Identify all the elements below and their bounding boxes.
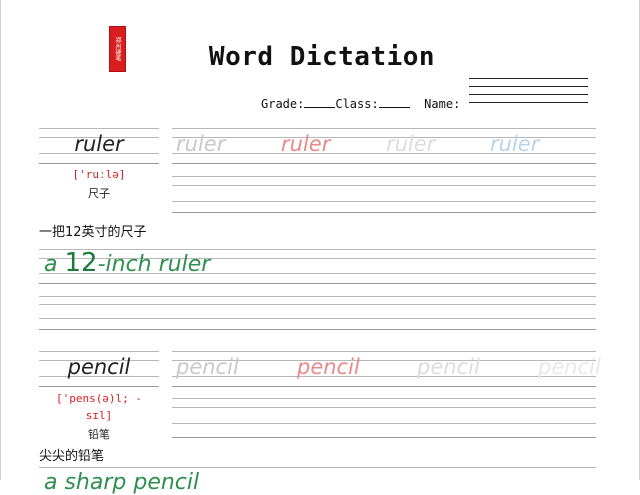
phrase-line — [39, 296, 596, 297]
trace-word: ruler — [386, 132, 436, 156]
phrase-line — [39, 283, 596, 284]
trace-word: ruler — [281, 132, 331, 156]
trace-word: pencil — [297, 355, 360, 379]
student-info: Grade: Class: Name: — [261, 96, 460, 111]
word-line — [39, 163, 159, 164]
word-line — [39, 386, 159, 387]
word-phonetic: ['ruːlə] — [72, 168, 126, 181]
practice-line — [172, 437, 596, 438]
phrase-line — [39, 304, 596, 305]
name-label: Name: — [424, 97, 461, 111]
class-blank[interactable] — [378, 96, 410, 108]
word-heading: pencil — [67, 355, 131, 379]
practice-line — [172, 185, 596, 186]
page-title: Word Dictation — [208, 42, 436, 72]
trace-word: pencil — [538, 355, 601, 379]
phrase-line — [39, 329, 596, 330]
practice-line — [172, 201, 596, 202]
word-meaning: 铅笔 — [88, 428, 110, 441]
practice-line — [172, 128, 596, 129]
practice-line — [172, 398, 596, 399]
grade-blank[interactable] — [304, 96, 336, 108]
practice-line — [172, 212, 596, 213]
phrase-english: a 12-inch ruler — [44, 248, 211, 278]
phrase-line — [39, 318, 596, 319]
practice-line — [172, 176, 596, 177]
grade-label: Grade: — [261, 97, 305, 111]
word-meaning: 尺子 — [88, 187, 110, 200]
class-label: Class: — [335, 97, 379, 111]
trace-word: ruler — [176, 132, 226, 156]
word-line — [39, 128, 159, 129]
phrase-english: a sharp pencil — [44, 470, 200, 495]
practice-line — [172, 163, 596, 164]
name-field-lines[interactable] — [469, 78, 588, 110]
trace-word: pencil — [176, 355, 239, 379]
practice-line — [172, 423, 596, 424]
page-border-left — [0, 0, 1, 480]
practice-line — [172, 407, 596, 408]
trace-word: pencil — [417, 355, 480, 379]
phrase-line — [39, 467, 596, 468]
trace-word: ruler — [490, 132, 540, 156]
practice-line — [172, 386, 596, 387]
phrase-chinese: 尖尖的铅笔 — [39, 449, 105, 464]
phrase-chinese: 一把12英寸的尺子 — [39, 225, 147, 240]
word-line — [39, 351, 159, 352]
word-phonetic: ['pens(ə)l; - sɪl] — [55, 392, 143, 422]
word-heading: ruler — [74, 132, 124, 156]
practice-line — [172, 351, 596, 352]
